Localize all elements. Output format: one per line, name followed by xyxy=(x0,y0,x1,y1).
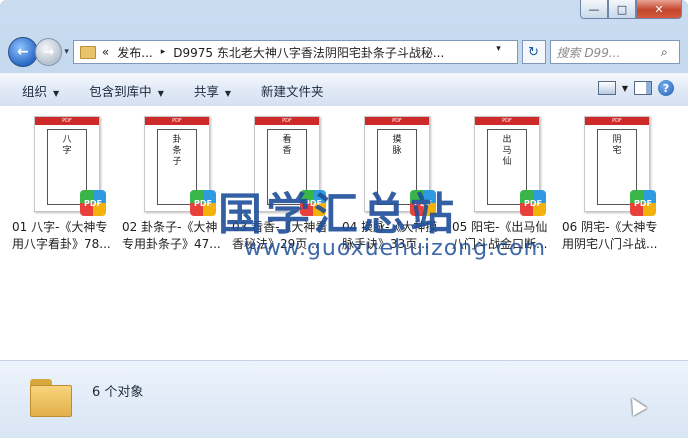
include-in-library-menu[interactable]: 包含到库中 ▼ xyxy=(89,81,164,100)
pdf-icon: PDF xyxy=(80,190,106,216)
thumb-header: PDF xyxy=(585,117,649,125)
file-list-pane[interactable]: PDF 八字 PDF 01 八字-《大神专 用八字看卦》78... PDF 卦条子 PDF 02… xyxy=(0,106,688,361)
preview-pane-icon[interactable] xyxy=(634,81,652,95)
breadcrumb-separator-icon[interactable]: ▸ xyxy=(161,47,166,57)
thumb-title: 看香 xyxy=(282,135,292,156)
file-name-line2: 专用卦条子》47... xyxy=(122,237,221,251)
watermark-title: 国学汇总站 xyxy=(218,189,458,240)
maximize-button[interactable]: □ xyxy=(608,0,636,19)
file-name-line1: 05 阳宅-《出马仙 xyxy=(452,220,548,234)
breadcrumb-current[interactable]: D9975 东北老大神八字香法阴阳宅卦条子斗战秘... xyxy=(173,44,444,61)
file-name-line1: 02 卦条子-《大神 xyxy=(122,220,218,234)
thumb-title: 卦条子 xyxy=(172,135,182,167)
item-count: 6 个对象 xyxy=(92,385,144,400)
explorer-window: — □ ✕ ← → ▾ « 发布... ▸ D9975 东北老大神八字香法阴阳宅… xyxy=(0,0,688,438)
details-pane: 6 个对象 xyxy=(0,361,688,438)
help-icon[interactable]: ? xyxy=(658,80,674,96)
folder-icon xyxy=(79,45,96,59)
thumb-header: PDF xyxy=(145,117,209,125)
file-name-line1: 01 八字-《大神专 xyxy=(12,220,108,234)
new-folder-button[interactable]: 新建文件夹 xyxy=(261,81,324,100)
pdf-icon: PDF xyxy=(520,190,546,216)
mouse-cursor-icon xyxy=(625,394,647,416)
search-icon[interactable]: ⌕ xyxy=(661,45,679,60)
watermark-url: www.guoxuehuizong.com xyxy=(244,236,547,261)
pdf-icon: PDF xyxy=(190,190,216,216)
search-input[interactable]: 搜索 D99... xyxy=(551,44,662,61)
breadcrumb-overflow[interactable]: « xyxy=(102,45,109,59)
address-bar[interactable]: « 发布... ▸ D9975 东北老大神八字香法阴阳宅卦条子斗战秘... ▾ xyxy=(72,40,518,64)
pdf-icon: PDF xyxy=(630,190,656,216)
minimize-button[interactable]: — xyxy=(580,0,608,19)
back-button[interactable]: ← xyxy=(8,37,38,67)
forward-button[interactable]: → xyxy=(34,38,63,66)
folder-icon xyxy=(30,379,72,417)
thumb-header: PDF xyxy=(365,117,429,125)
navigation-bar: ← → ▾ « 发布... ▸ D9975 东北老大神八字香法阴阳宅卦条子斗战秘… xyxy=(8,37,680,67)
thumb-title: 八字 xyxy=(62,135,72,156)
file-name: 06 阴宅-《大神专 用阴宅八门斗战... xyxy=(562,219,672,253)
change-view-icon[interactable] xyxy=(597,81,616,95)
thumb-header: PDF xyxy=(35,117,99,125)
share-menu[interactable]: 共享 ▼ xyxy=(194,81,231,100)
file-item[interactable]: PDF 八字 PDF 01 八字-《大神专 用八字看卦》78... xyxy=(12,116,122,264)
file-item[interactable]: PDF 阴宅 PDF 06 阴宅-《大神专 用阴宅八门斗战... xyxy=(562,116,672,264)
command-toolbar: 组织 ▼ 包含到库中 ▼ 共享 ▼ 新建文件夹 ▼ ? xyxy=(0,73,688,107)
breadcrumb-parent[interactable]: 发布... xyxy=(117,44,152,61)
close-button[interactable]: ✕ xyxy=(636,0,682,19)
address-dropdown-icon[interactable]: ▾ xyxy=(496,44,501,54)
file-item[interactable]: PDF 卦条子 PDF 02 卦条子-《大神 专用卦条子》47... xyxy=(122,116,232,264)
recent-pages-dropdown[interactable]: ▾ xyxy=(64,47,69,57)
thumb-title: 摸脉 xyxy=(392,135,402,156)
thumb-header: PDF xyxy=(255,117,319,125)
file-name-line2: 用阴宅八门斗战... xyxy=(562,237,658,251)
file-name: 01 八字-《大神专 用八字看卦》78... xyxy=(12,219,122,253)
file-name-line2: 用八字看卦》78... xyxy=(12,237,111,251)
view-options-dropdown-icon[interactable]: ▼ xyxy=(622,84,628,93)
organize-menu[interactable]: 组织 ▼ xyxy=(22,81,59,100)
file-name-line1: 06 阴宅-《大神专 xyxy=(562,220,658,234)
refresh-button[interactable]: ↻ xyxy=(521,40,546,64)
file-name: 02 卦条子-《大神 专用卦条子》47... xyxy=(122,219,232,253)
search-box[interactable]: 搜索 D99... ⌕ xyxy=(549,40,680,64)
thumb-header: PDF xyxy=(475,117,539,125)
thumb-title: 出马仙 xyxy=(502,135,512,167)
thumb-title: 阴宅 xyxy=(612,135,622,156)
window-controls: — □ ✕ xyxy=(580,0,682,19)
